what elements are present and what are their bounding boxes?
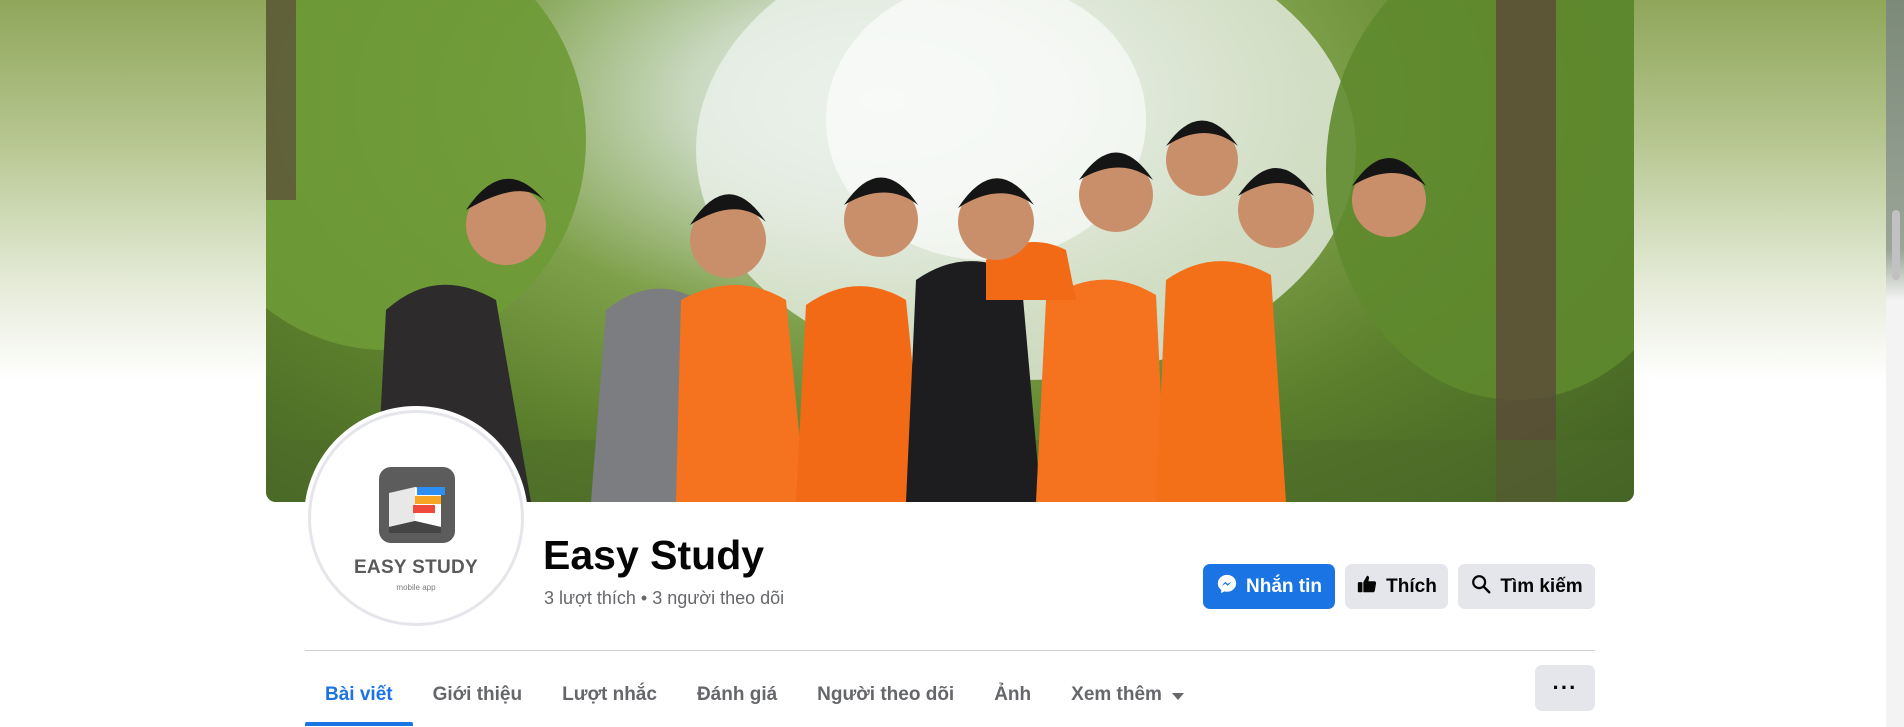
tab-label: Bài viết: [325, 684, 393, 705]
tab-photos[interactable]: Ảnh: [974, 664, 1051, 726]
page-title: Easy Study: [543, 532, 765, 578]
tab-label: Đánh giá: [696, 684, 778, 705]
tab-followers[interactable]: Người theo dõi: [797, 664, 974, 726]
messenger-icon: [1216, 573, 1238, 601]
tab-about[interactable]: Giới thiệu: [413, 664, 543, 726]
profile-avatar[interactable]: EASY STUDY mobile app: [308, 410, 524, 626]
tab-reviews[interactable]: Đánh giá: [677, 664, 797, 726]
page-tabs: Bài viết Giới thiệu Lượt nhắc Đánh giá N…: [305, 664, 1204, 726]
tab-posts[interactable]: Bài viết: [305, 664, 413, 726]
search-button[interactable]: Tìm kiếm: [1458, 564, 1595, 609]
scrollbar-thumb[interactable]: [1892, 210, 1900, 280]
tab-label: Ảnh: [994, 684, 1032, 705]
logo-title: EASY STUDY: [353, 557, 479, 578]
tab-label: Giới thiệu: [432, 684, 523, 705]
thumbs-up-icon: [1356, 573, 1378, 601]
logo-subtitle: mobile app: [396, 583, 436, 592]
tab-see-more[interactable]: Xem thêm: [1051, 664, 1204, 726]
tab-label: Xem thêm: [1071, 684, 1162, 705]
message-button-label: Nhắn tin: [1246, 575, 1322, 597]
tab-mentions[interactable]: Lượt nhắc: [542, 664, 677, 726]
tab-label: Lượt nhắc: [562, 684, 657, 705]
search-icon: [1470, 573, 1492, 601]
like-button[interactable]: Thích: [1345, 564, 1448, 609]
tab-label: Người theo dõi: [817, 684, 955, 705]
message-button[interactable]: Nhắn tin: [1203, 564, 1335, 609]
page-stats[interactable]: 3 lượt thích • 3 người theo dõi: [544, 588, 784, 609]
more-options-icon: ···: [1552, 675, 1578, 700]
caret-down-icon: [1171, 692, 1184, 700]
search-button-label: Tìm kiếm: [1500, 575, 1583, 597]
header-divider: [305, 650, 1595, 651]
page-scrollbar[interactable]: [1886, 0, 1904, 727]
more-options-button[interactable]: ···: [1535, 665, 1595, 711]
book-logo-icon: [379, 467, 455, 543]
like-button-label: Thích: [1386, 575, 1437, 597]
